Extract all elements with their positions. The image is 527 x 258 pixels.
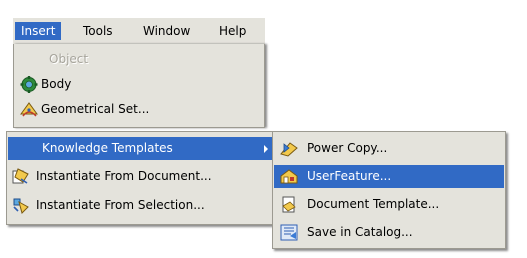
menu-item-instantiate-from-document-label: Instantiate From Document... <box>36 169 212 183</box>
menu-item-knowledge-templates[interactable]: Knowledge Templates <box>8 137 274 160</box>
power-copy-icon <box>280 142 298 157</box>
menu-tools[interactable]: Tools <box>77 22 119 40</box>
knowledge-templates-submenu: Power Copy... UserFeature... Document Te… <box>272 131 506 249</box>
menu-item-save-in-catalog[interactable]: Save in Catalog... <box>274 221 504 244</box>
menu-window-label: Window <box>143 24 191 38</box>
menu-item-instantiate-from-selection-label: Instantiate From Selection... <box>36 198 205 212</box>
menu-insert[interactable]: Insert <box>15 22 62 40</box>
menu-item-body[interactable]: Body <box>15 73 263 96</box>
insert-menu-dropdown: Object Body Geometrical Set... <box>13 44 265 128</box>
user-feature-icon <box>280 169 298 184</box>
menu-item-save-in-catalog-label: Save in Catalog... <box>307 225 413 239</box>
menu-tools-label: Tools <box>83 24 113 38</box>
menu-help-label: Help <box>219 24 247 38</box>
menu-item-knowledge-templates-label: Knowledge Templates <box>42 141 173 155</box>
menu-item-object: Object <box>15 48 263 71</box>
menu-item-instantiate-from-selection[interactable]: Instantiate From Selection... <box>8 194 274 217</box>
menu-bar: Insert Tools Window Help <box>13 18 265 44</box>
menu-item-geometrical-set[interactable]: Geometrical Set... <box>15 98 263 121</box>
menu-window[interactable]: Window <box>137 22 196 40</box>
menu-help[interactable]: Help <box>213 22 252 40</box>
save-in-catalog-icon <box>280 224 298 241</box>
menu-insert-label: Insert <box>21 24 56 38</box>
menu-item-document-template-label: Document Template... <box>307 197 440 211</box>
instantiate-document-icon <box>12 168 29 184</box>
geometrical-set-icon <box>20 102 38 117</box>
document-template-icon <box>282 196 296 213</box>
menu-item-geometrical-set-label: Geometrical Set... <box>41 102 150 116</box>
menu-item-power-copy-label: Power Copy... <box>307 141 388 155</box>
menu-item-userfeature-label: UserFeature... <box>307 169 392 183</box>
menu-item-userfeature[interactable]: UserFeature... <box>274 165 504 188</box>
body-gear-icon <box>20 76 38 93</box>
submenu-arrow-icon <box>264 145 268 153</box>
menu-item-power-copy[interactable]: Power Copy... <box>274 137 504 160</box>
instantiate-selection-icon <box>13 198 29 214</box>
menu-item-object-label: Object <box>49 52 89 66</box>
menu-item-body-label: Body <box>41 77 72 91</box>
insert-menu-lower-dropdown: Knowledge Templates Instantiate From Doc… <box>6 131 276 225</box>
menu-item-instantiate-from-document[interactable]: Instantiate From Document... <box>8 165 274 188</box>
menu-item-document-template[interactable]: Document Template... <box>274 193 504 216</box>
